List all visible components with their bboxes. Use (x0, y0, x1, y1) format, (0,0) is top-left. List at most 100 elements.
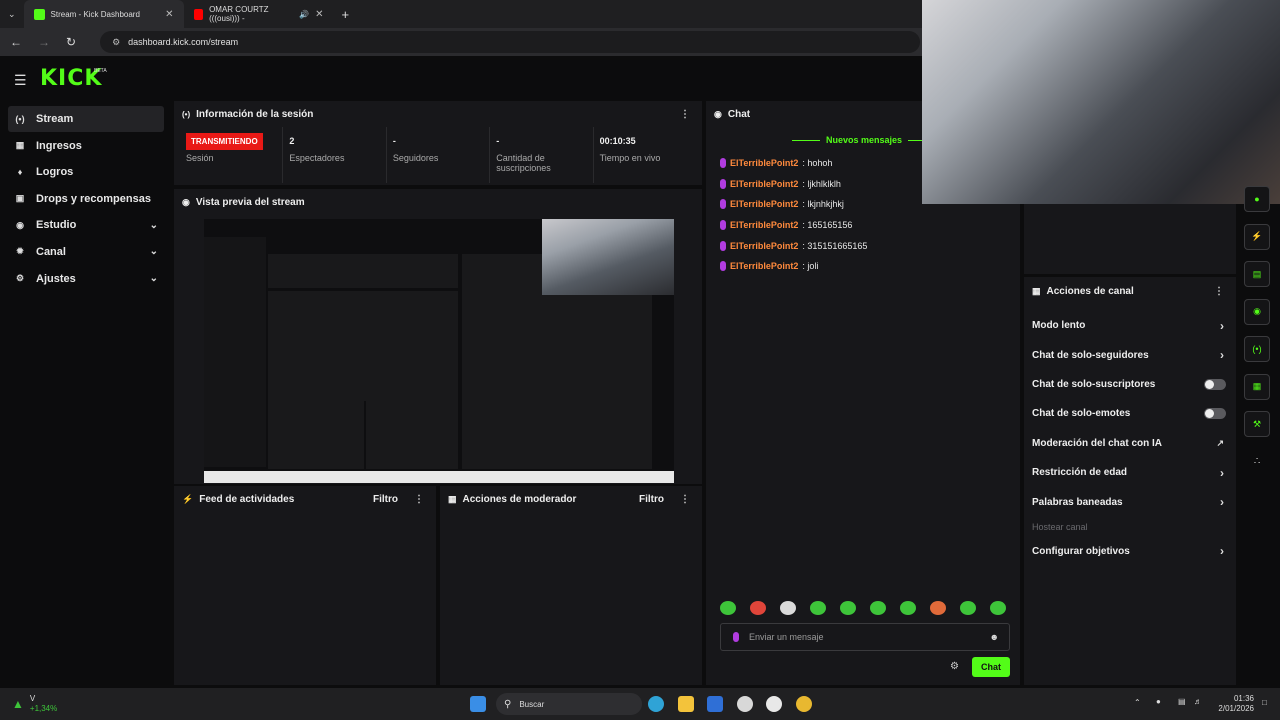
username[interactable]: ElTerriblePoint2 (730, 241, 798, 251)
stat-subscriptions: - Cantidad de suscripciones (490, 127, 594, 183)
menu-icon[interactable]: ☰ (14, 72, 27, 89)
followers-only-item[interactable]: Chat de solo-seguidores › (1024, 340, 1236, 369)
trophy-icon: ♦ (17, 167, 23, 178)
document-icon[interactable]: ▤ (1244, 261, 1270, 287)
folder-icon[interactable] (678, 696, 694, 712)
emote-icon[interactable] (840, 601, 856, 615)
user-icon[interactable]: ● (1244, 186, 1270, 212)
taskbar-search[interactable]: ⚲ Buscar (496, 693, 642, 715)
mic-tray-icon[interactable]: ● (1156, 697, 1161, 706)
tab-youtube[interactable]: OMAR COURTZ (((ousi))) - 🔊 ✕ (184, 0, 334, 28)
sidebar-item-stream[interactable]: (•) Stream (8, 106, 164, 132)
sidebar-item-drops[interactable]: ▣ Drops y recompensas (8, 186, 164, 212)
chat-message[interactable]: ElTerriblePoint2: joli (706, 256, 1020, 277)
chat-input[interactable]: Enviar un mensaje ☻ (720, 623, 1010, 651)
close-tab-icon[interactable]: ✕ (315, 9, 323, 20)
panel-icon[interactable]: ▦ (1244, 373, 1270, 400)
emoji-picker-icon[interactable]: ☻ (990, 632, 999, 642)
emote-icon[interactable] (900, 601, 916, 615)
emote-icon[interactable] (810, 601, 826, 615)
close-tab-icon[interactable]: ✕ (165, 9, 173, 20)
preview-session (268, 254, 458, 288)
item-label: Restricción de edad (1032, 467, 1128, 479)
broadcast-icon[interactable]: (•) (1244, 336, 1270, 362)
back-icon[interactable]: ← (10, 35, 22, 49)
sidebar-item-ajustes[interactable]: ⚙ Ajustes ⌄ (8, 266, 164, 292)
chat-message[interactable]: ElTerriblePoint2: 315151665165 (706, 235, 1020, 256)
store-icon[interactable] (707, 696, 723, 712)
emote-icon[interactable] (960, 601, 976, 615)
sidebar-item-ingresos[interactable]: ▦ Ingresos (8, 133, 164, 159)
site-info-icon[interactable]: ⚙ (112, 37, 120, 48)
windows-taskbar: ▲ V +1,34% ⚲ Buscar ⌃ ● ▤ ♬ 01:36 2/01/2… (0, 688, 1280, 720)
new-tab-button[interactable]: + (334, 7, 358, 22)
username[interactable]: ElTerriblePoint2 (730, 179, 798, 189)
tab-list-chevron-icon[interactable]: ⌄ (0, 9, 24, 20)
network-icon[interactable]: ▤ (1178, 697, 1186, 706)
emote-icon[interactable] (750, 601, 766, 615)
emotes-only-toggle[interactable] (1204, 408, 1226, 420)
lightning-icon[interactable]: ⚡ (1244, 223, 1270, 250)
banned-words-item[interactable]: Palabras baneadas › (1024, 487, 1236, 516)
eye-icon: ◉ (182, 196, 190, 207)
volume-icon[interactable]: ♬ (1194, 697, 1202, 706)
username[interactable]: ElTerriblePoint2 (730, 220, 798, 230)
obs-icon[interactable] (737, 696, 753, 712)
sidebar-item-logros[interactable]: ♦ Logros (8, 159, 164, 185)
send-chat-button[interactable]: Chat (972, 657, 1010, 677)
windows-start-icon[interactable] (470, 696, 486, 712)
emote-icon[interactable] (780, 601, 796, 615)
tab-kick-dashboard[interactable]: Stream - Kick Dashboard ✕ (23, 0, 184, 28)
slow-mode-item[interactable]: Modo lento › (1024, 311, 1236, 340)
filter-button[interactable]: Filtro (373, 494, 398, 505)
mic-badge-icon (720, 178, 726, 189)
chevron-right-icon: › (1220, 318, 1224, 333)
wrench-icon[interactable]: ⚒ (1244, 411, 1270, 437)
stream-preview-video[interactable] (204, 219, 674, 483)
emote-icon[interactable] (930, 601, 946, 615)
filter-button[interactable]: Filtro (639, 494, 664, 505)
edge-icon[interactable] (648, 696, 664, 712)
sidebar-item-estudio[interactable]: ◉ Estudio ⌄ (8, 212, 164, 238)
goals-item[interactable]: Configurar objetivos › (1024, 537, 1236, 566)
preview-webcam (542, 219, 674, 295)
username[interactable]: ElTerriblePoint2 (730, 261, 798, 271)
sidebar-item-canal[interactable]: ✹ Canal ⌄ (8, 239, 164, 265)
chrome-icon[interactable] (796, 696, 812, 712)
emote-icon[interactable] (870, 601, 886, 615)
more-icon[interactable]: ⋮ (414, 494, 424, 505)
chat-message[interactable]: ElTerriblePoint2: 165165156 (706, 215, 1020, 236)
age-restriction-item[interactable]: Restricción de edad › (1024, 458, 1236, 487)
chat-settings-icon[interactable]: ⚙ (950, 661, 959, 672)
tray-chevron-icon[interactable]: ⌃ (1134, 698, 1141, 707)
more-icon[interactable]: ⋮ (680, 494, 690, 505)
ai-moderation-item[interactable]: Moderación del chat con IA ↗ (1024, 429, 1236, 458)
username[interactable]: ElTerriblePoint2 (730, 158, 798, 168)
more-icon[interactable]: ⋮ (680, 109, 690, 120)
subscribers-only-item: Chat de solo-suscriptores (1024, 370, 1236, 399)
stock-name: V (29, 694, 36, 703)
subscribers-only-toggle[interactable] (1204, 378, 1226, 390)
panel-title: Acciones de canal (1046, 285, 1134, 297)
emote-icon[interactable] (990, 601, 1006, 615)
channel-actions-panel: ▦ Acciones de canal ⋮ Modo lento › Chat d… (1024, 277, 1236, 685)
notifications-icon[interactable]: □ (1262, 698, 1267, 707)
item-label: Moderación del chat con IA (1032, 437, 1163, 449)
chat-bubble-icon[interactable]: ◉ (1244, 298, 1270, 325)
more-icon[interactable]: ⋮ (1214, 286, 1224, 297)
app-icon[interactable] (766, 696, 782, 712)
chevron-right-icon: › (1220, 495, 1224, 510)
panel-title: Acciones de moderador (462, 493, 577, 505)
add-widget-icon[interactable]: ∴ (1244, 449, 1270, 475)
stock-widget[interactable]: ▲ V +1,34% (0, 694, 57, 714)
forward-icon[interactable]: → (38, 35, 50, 49)
reload-icon[interactable]: ↻ (66, 35, 76, 49)
clock[interactable]: 01:36 2/01/2026 (1214, 694, 1254, 714)
emote-icon[interactable] (720, 601, 736, 615)
username[interactable]: ElTerriblePoint2 (730, 199, 798, 209)
speaker-icon[interactable]: 🔊 (299, 10, 309, 19)
kick-dashboard: ☰ KICK BETA (•) Stream ▦ Ingresos ♦ Logr… (0, 0, 1280, 688)
chevron-down-icon: ⌄ (149, 273, 158, 285)
address-bar[interactable]: ⚙ dashboard.kick.com/stream (100, 31, 921, 53)
sidebar-item-label: Logros (36, 166, 74, 179)
